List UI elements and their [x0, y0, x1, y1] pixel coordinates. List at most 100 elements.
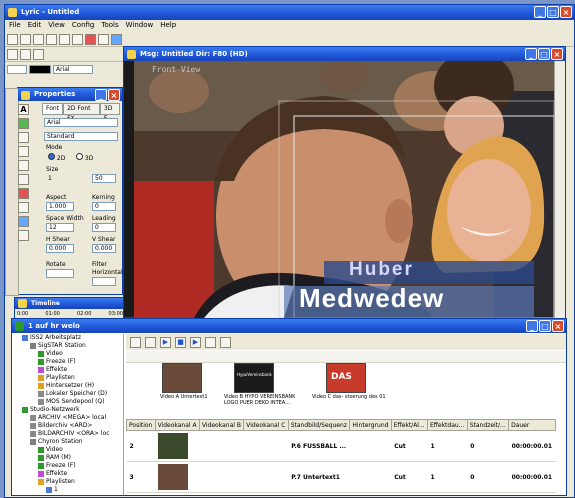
h-shear-field[interactable]: 0.000	[46, 244, 74, 253]
tool-icon-1[interactable]	[111, 33, 122, 45]
thumbnail-video-c[interactable]: DAS	[326, 363, 366, 393]
horizontal-field[interactable]	[92, 277, 116, 286]
media-tool-icon[interactable]	[18, 216, 29, 227]
col-standbild[interactable]: Standbild/Sequenz	[287, 419, 351, 431]
grid-tool-icon[interactable]	[18, 132, 29, 143]
menu-file[interactable]: File	[9, 20, 21, 31]
rotate-icon[interactable]	[20, 49, 31, 60]
print-icon[interactable]	[46, 33, 57, 45]
tree-item[interactable]: Studio-Netzwerk	[22, 406, 123, 414]
tree-item[interactable]: Playlisten	[22, 478, 123, 486]
properties-titlebar[interactable]: Properties _ ×	[18, 88, 122, 101]
timeline-titlebar[interactable]: Timeline	[15, 298, 125, 309]
tree-item[interactable]: Hintersetzer (H)	[22, 382, 123, 390]
col-effektdauer[interactable]: Effektdau...	[426, 419, 468, 431]
nameplate-first-name[interactable]: Huber	[349, 259, 414, 281]
tree-item[interactable]: MOS Sendepool (Q)	[22, 398, 123, 406]
tab-font[interactable]: Font	[42, 103, 64, 114]
table-tool-icon[interactable]	[18, 146, 29, 157]
main-titlebar[interactable]: Lyric - Untitled _ □ ×	[5, 5, 574, 20]
canvas-min-button[interactable]: _	[525, 48, 537, 60]
menu-config[interactable]: Config	[72, 20, 94, 31]
properties-min-button[interactable]: _	[95, 89, 107, 101]
minimize-button[interactable]: _	[534, 6, 546, 18]
col-standzeit[interactable]: Standzeit/...	[466, 419, 510, 431]
font-size-combo[interactable]	[7, 65, 27, 74]
nameplate-last-name[interactable]: Medwedew	[299, 283, 444, 314]
align-tool-icon[interactable]	[18, 174, 29, 185]
playlist-titlebar[interactable]: 1 auf hr welo _ □ ×	[12, 319, 566, 333]
color-swatch[interactable]	[29, 65, 51, 74]
thumbnail-video-a[interactable]	[162, 363, 202, 393]
menu-edit[interactable]: Edit	[28, 20, 42, 31]
menu-window[interactable]: Window	[126, 20, 154, 31]
table-row[interactable]: 2 P.6 FUSSBALL ... Cut 1 0 00:00:00.01	[126, 430, 556, 462]
tab-2d-font-fx[interactable]: 2D Font FX	[63, 103, 100, 122]
mode-2d-radio[interactable]: 2D	[48, 153, 65, 163]
frame-tool-icon[interactable]	[18, 202, 29, 213]
canvas-titlebar[interactable]: Msg: Untitled Dir: F80 (HD) _ □ ×	[124, 47, 565, 61]
import-icon[interactable]	[130, 336, 141, 348]
text-tool-icon[interactable]: A	[18, 104, 29, 115]
mode-3d-radio[interactable]: 3D	[76, 153, 93, 163]
playlist-close-button[interactable]: ×	[552, 320, 564, 332]
layer-tool-icon[interactable]	[18, 230, 29, 241]
col-videokanal-b[interactable]: Videokanal B	[198, 419, 245, 431]
cut-icon[interactable]	[59, 33, 70, 45]
undo-icon[interactable]	[98, 33, 109, 45]
tree-item[interactable]: Chyron Station	[22, 438, 123, 446]
copy-icon[interactable]	[72, 33, 83, 45]
col-position[interactable]: Position	[126, 419, 156, 431]
tree-item[interactable]: Playlisten	[22, 374, 123, 382]
tree-item[interactable]: Freeze (F)	[22, 462, 123, 470]
tree-item[interactable]: ARCHIV <MEGA> local	[22, 414, 123, 422]
col-videokanal-c[interactable]: Videokanal C	[243, 419, 289, 431]
shape-tool-icon[interactable]	[18, 188, 29, 199]
tree-item[interactable]: 1	[22, 486, 123, 494]
play-icon[interactable]: ▶	[160, 336, 171, 348]
browser-tab-stub[interactable]	[5, 88, 19, 296]
tree-item[interactable]: Lokaler Speicher (D)	[22, 390, 123, 398]
col-dauer[interactable]: Dauer	[508, 419, 556, 431]
font-combo[interactable]: Arial	[53, 65, 93, 74]
tree-item[interactable]: ISS2 Arbeitsplatz	[22, 334, 123, 342]
size-field[interactable]: 50	[92, 174, 116, 183]
table-row[interactable]: 3 P.7 Untertext1 Cut 1 0 00:00:00.01	[126, 461, 556, 493]
style-field[interactable]: Standard	[44, 132, 118, 141]
settings-icon[interactable]	[205, 336, 216, 348]
close-button[interactable]: ×	[560, 6, 572, 18]
tree-item[interactable]: Video	[22, 446, 123, 454]
open-icon[interactable]	[20, 33, 31, 45]
canvas-vscroll[interactable]	[554, 61, 565, 318]
save-icon[interactable]	[33, 33, 44, 45]
tree-item[interactable]: Freeze (F)	[22, 358, 123, 366]
row-thumb-a[interactable]	[155, 430, 200, 462]
tab-3d-font[interactable]: 3D F	[99, 103, 120, 122]
list-tool-icon[interactable]	[18, 160, 29, 171]
delete-icon[interactable]	[85, 33, 96, 45]
step-icon[interactable]: ▶	[190, 336, 201, 348]
kerning-field[interactable]: 0	[92, 202, 116, 211]
tree-item[interactable]: Video	[22, 350, 123, 358]
row-thumb-a[interactable]	[155, 461, 200, 493]
menu-view[interactable]: View	[48, 20, 65, 31]
playlist-min-button[interactable]: _	[526, 320, 538, 332]
leading-field[interactable]: 0	[92, 223, 116, 232]
stop-icon[interactable]: ■	[175, 336, 186, 348]
col-effekt[interactable]: Effekt/Al...	[390, 419, 428, 431]
menu-tools[interactable]: Tools	[101, 20, 118, 31]
canvas-viewport[interactable]: Front View Huber Medwedew	[134, 61, 554, 318]
tree-item[interactable]: Effekte	[22, 470, 123, 478]
new-icon[interactable]	[7, 33, 18, 45]
tree-item[interactable]: RAM (M)	[22, 454, 123, 462]
space-width-field[interactable]: 12	[46, 223, 74, 232]
menu-help[interactable]: Help	[160, 20, 176, 31]
playlist-max-button[interactable]: □	[539, 320, 551, 332]
scale-icon[interactable]	[33, 49, 44, 60]
select-arrow-icon[interactable]	[7, 49, 18, 60]
station-tree[interactable]: ISS2 Arbeitsplatz SigSTAR Station Video Fre…	[12, 334, 124, 495]
tree-item[interactable]: BILDARCHIV <ORA> loc	[22, 430, 123, 438]
col-hintergrund[interactable]: Hintergrund	[349, 419, 392, 431]
font-name-field[interactable]: Arial	[44, 118, 118, 127]
aspect-field[interactable]: 1.000	[46, 202, 74, 211]
